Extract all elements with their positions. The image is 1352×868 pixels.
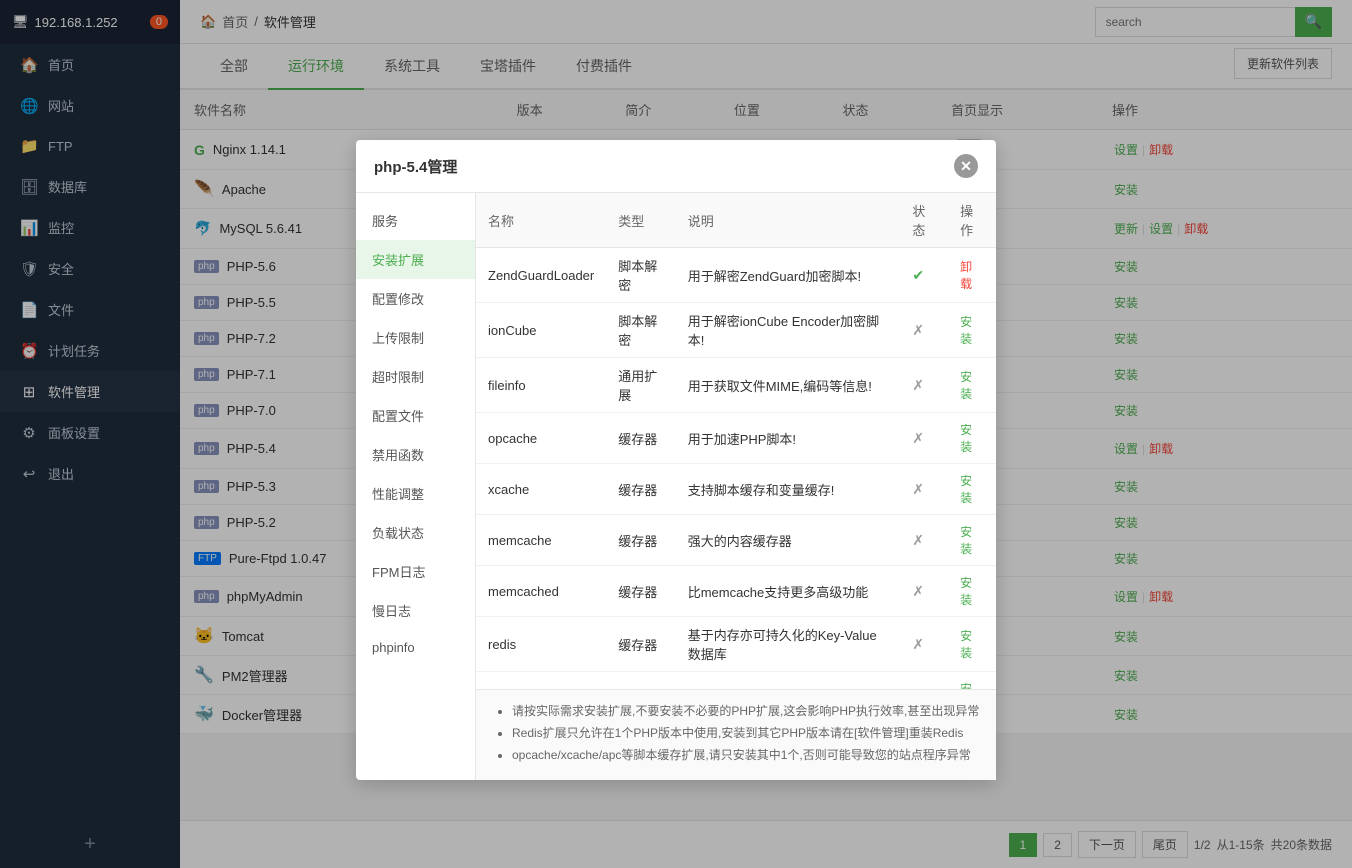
modal-sidebar-fpm-log[interactable]: FPM日志 [356, 552, 475, 591]
modal-main: 名称 类型 说明 状态 操作 ZendGuardLoader 脚本解密 [476, 193, 996, 780]
list-item: memcached 缓存器 比memcache支持更多高级功能 ✗ 安装 [476, 566, 996, 617]
list-item: opcache 缓存器 用于加速PHP脚本! ✗ 安装 [476, 413, 996, 464]
not-installed-icon: ✗ [912, 377, 924, 393]
modal-sidebar-upload-limit[interactable]: 上传限制 [356, 318, 475, 357]
modal-sidebar: 服务 安装扩展 配置修改 上传限制 超时限制 配置文件 禁用函数 性能调整 负载… [356, 193, 476, 780]
install-ext-button[interactable]: 安装 [960, 423, 972, 454]
modal-sidebar-config[interactable]: 配置修改 [356, 279, 475, 318]
not-installed-icon: ✗ [912, 532, 924, 548]
modal-table-wrapper: 名称 类型 说明 状态 操作 ZendGuardLoader 脚本解密 [476, 193, 996, 689]
install-ext-button[interactable]: 安装 [960, 370, 972, 401]
col-ext-action: 操作 [948, 193, 996, 248]
install-ext-button[interactable]: 安装 [960, 629, 972, 660]
install-ext-button[interactable]: 安装 [960, 474, 972, 505]
not-installed-icon: ✗ [912, 636, 924, 652]
modal-sidebar-disable-func[interactable]: 禁用函数 [356, 435, 475, 474]
modal-sidebar-service[interactable]: 服务 [356, 201, 475, 240]
install-ext-button[interactable]: 安装 [960, 576, 972, 607]
modal-sidebar-config-file[interactable]: 配置文件 [356, 396, 475, 435]
modal-sidebar-perf[interactable]: 性能调整 [356, 474, 475, 513]
install-ext-button[interactable]: 安装 [960, 315, 972, 346]
list-item: xcache 缓存器 支持脚本缓存和变量缓存! ✗ 安装 [476, 464, 996, 515]
footer-note-2: Redis扩展只允许在1个PHP版本中使用,安装到其它PHP版本请在[软件管理]… [512, 724, 980, 742]
col-ext-name: 名称 [476, 193, 606, 248]
modal-sidebar-timeout[interactable]: 超时限制 [356, 357, 475, 396]
modal-header: php-5.4管理 ✕ [356, 140, 996, 193]
modal-sidebar-slow-log[interactable]: 慢日志 [356, 591, 475, 630]
modal-close-button[interactable]: ✕ [954, 154, 978, 178]
list-item: memcache 缓存器 强大的内容缓存器 ✗ 安装 [476, 515, 996, 566]
not-installed-icon: ✗ [912, 430, 924, 446]
not-installed-icon: ✗ [912, 481, 924, 497]
list-item: ionCube 脚本解密 用于解密ionCube Encoder加密脚本! ✗ … [476, 303, 996, 358]
modal-sidebar-install-ext[interactable]: 安装扩展 [356, 240, 475, 279]
modal-dialog: php-5.4管理 ✕ 服务 安装扩展 配置修改 上传限制 超时限制 配置文件 … [356, 140, 996, 780]
col-ext-type: 类型 [606, 193, 675, 248]
not-installed-icon: ✗ [912, 583, 924, 599]
modal-overlay: php-5.4管理 ✕ 服务 安装扩展 配置修改 上传限制 超时限制 配置文件 … [0, 0, 1352, 868]
modal-body: 服务 安装扩展 配置修改 上传限制 超时限制 配置文件 禁用函数 性能调整 负载… [356, 193, 996, 780]
modal-sidebar-load[interactable]: 负载状态 [356, 513, 475, 552]
col-ext-desc: 说明 [676, 193, 901, 248]
modal-sidebar-phpinfo[interactable]: phpinfo [356, 630, 475, 665]
install-ext-button[interactable]: 安装 [960, 525, 972, 556]
modal-extensions-table: 名称 类型 说明 状态 操作 ZendGuardLoader 脚本解密 [476, 193, 996, 689]
not-installed-icon: ✗ [912, 322, 924, 338]
footer-note-1: 请按实际需求安装扩展,不要安装不必要的PHP扩展,这会影响PHP执行效率,甚至出… [512, 702, 980, 720]
footer-note-3: opcache/xcache/apc等脚本缓存扩展,请只安装其中1个,否则可能导… [512, 746, 980, 764]
install-ext-button[interactable]: 安装 [960, 682, 972, 689]
modal-title: php-5.4管理 [374, 156, 457, 177]
col-ext-status: 状态 [900, 193, 948, 248]
modal-footer: 请按实际需求安装扩展,不要安装不必要的PHP扩展,这会影响PHP执行效率,甚至出… [476, 689, 996, 780]
list-item: ZendGuardLoader 脚本解密 用于解密ZendGuard加密脚本! … [476, 248, 996, 303]
uninstall-ext-button[interactable]: 卸载 [960, 260, 972, 291]
list-item: redis 缓存器 基于内存亦可持久化的Key-Value数据库 ✗ 安装 [476, 617, 996, 672]
installed-icon: ✔ [912, 267, 924, 283]
list-item: fileinfo 通用扩展 用于获取文件MIME,编码等信息! ✗ 安装 [476, 358, 996, 413]
list-item: apc 缓存器 脚本缓存器 ✗ 安装 [476, 672, 996, 690]
